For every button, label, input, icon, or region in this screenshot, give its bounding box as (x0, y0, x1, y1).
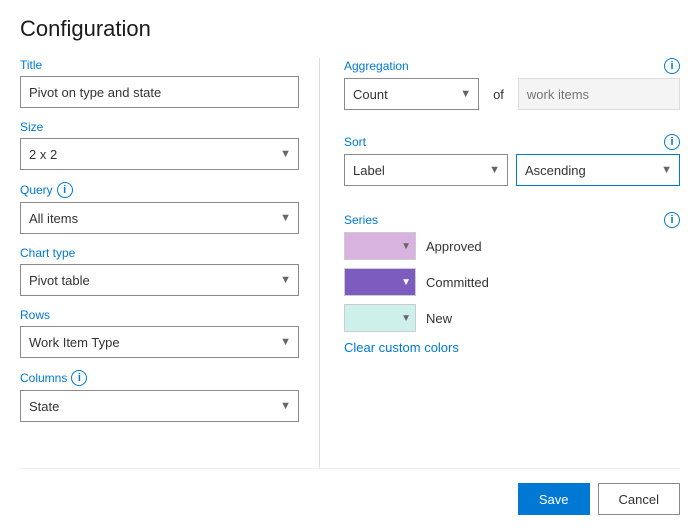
work-items-input (518, 78, 680, 110)
chart-type-select-wrapper: Pivot table Bar chart Pie chart ▼ (20, 264, 299, 296)
chart-type-label: Chart type (20, 246, 299, 260)
series-label: Series (344, 213, 378, 227)
series-item-committed: ▼ Committed (344, 268, 680, 296)
of-label: of (487, 78, 510, 110)
aggregation-select-wrapper: Count Sum Average ▼ (344, 78, 479, 110)
sort-by-select-wrapper: Label Count Value ▼ (344, 154, 508, 186)
sort-header-row: Sort i (344, 134, 680, 150)
size-field-group: Size 2 x 2 1 x 1 1 x 2 3 x 3 ▼ (20, 120, 299, 170)
columns-select-wrapper: State Work Item Type Assigned To ▼ (20, 390, 299, 422)
clear-colors-link[interactable]: Clear custom colors (344, 340, 459, 355)
query-info-icon[interactable]: i (57, 182, 73, 198)
size-select-wrapper: 2 x 2 1 x 1 1 x 2 3 x 3 ▼ (20, 138, 299, 170)
series-name-approved: Approved (426, 239, 482, 254)
series-approved-chevron-icon: ▼ (401, 241, 411, 252)
rows-select-wrapper: Work Item Type Assigned To State ▼ (20, 326, 299, 358)
sort-dir-group: Ascending Descending ▼ (516, 154, 680, 186)
series-info-icon[interactable]: i (664, 212, 680, 228)
aggregation-select[interactable]: Count Sum Average (344, 78, 479, 110)
work-items-group (518, 78, 680, 110)
series-committed-chevron-icon: ▼ (401, 277, 411, 288)
sort-label: Sort (344, 135, 366, 149)
aggregation-field-group: Aggregation i Count Sum Average ▼ (344, 58, 680, 122)
columns-info-icon[interactable]: i (71, 370, 87, 386)
sort-field-group: Sort i Label Count Value ▼ (344, 134, 680, 200)
rows-field-group: Rows Work Item Type Assigned To State ▼ (20, 308, 299, 358)
footer: Save Cancel (20, 468, 680, 531)
series-item-approved: ▼ Approved (344, 232, 680, 260)
aggregation-row: Count Sum Average ▼ of (344, 78, 680, 110)
series-item-new: ▼ New (344, 304, 680, 332)
query-label: Query i (20, 182, 299, 198)
aggregation-info-icon[interactable]: i (664, 58, 680, 74)
rows-select[interactable]: Work Item Type Assigned To State (20, 326, 299, 358)
sort-by-select[interactable]: Label Count Value (344, 154, 508, 186)
columns-label: Columns i (20, 370, 299, 386)
aggregation-group: Count Sum Average ▼ (344, 78, 479, 110)
sort-dir-select-wrapper: Ascending Descending ▼ (516, 154, 680, 186)
aggregation-label: Aggregation (344, 59, 409, 73)
query-field-group: Query i All items Assigned to me My team… (20, 182, 299, 234)
title-input[interactable] (20, 76, 299, 108)
main-layout: Title Size 2 x 2 1 x 1 1 x 2 3 x 3 ▼ (20, 58, 680, 468)
cancel-button[interactable]: Cancel (598, 483, 680, 515)
series-color-approved[interactable]: ▼ (344, 232, 416, 260)
page-title: Configuration (20, 16, 680, 42)
sort-dir-select[interactable]: Ascending Descending (516, 154, 680, 186)
series-name-new: New (426, 311, 452, 326)
series-new-chevron-icon: ▼ (401, 313, 411, 324)
size-select[interactable]: 2 x 2 1 x 1 1 x 2 3 x 3 (20, 138, 299, 170)
rows-label: Rows (20, 308, 299, 322)
sort-row: Label Count Value ▼ Ascending Descending (344, 154, 680, 186)
right-panel: Aggregation i Count Sum Average ▼ (320, 58, 680, 468)
series-name-committed: Committed (426, 275, 489, 290)
columns-field-group: Columns i State Work Item Type Assigned … (20, 370, 299, 422)
columns-select[interactable]: State Work Item Type Assigned To (20, 390, 299, 422)
chart-type-field-group: Chart type Pivot table Bar chart Pie cha… (20, 246, 299, 296)
sort-by-group: Label Count Value ▼ (344, 154, 508, 186)
query-select[interactable]: All items Assigned to me My team (20, 202, 299, 234)
chart-type-select[interactable]: Pivot table Bar chart Pie chart (20, 264, 299, 296)
left-panel: Title Size 2 x 2 1 x 1 1 x 2 3 x 3 ▼ (20, 58, 320, 468)
series-section: Series i ▼ Approved ▼ Committed (344, 212, 680, 355)
sort-info-icon[interactable]: i (664, 134, 680, 150)
aggregation-header-row: Aggregation i (344, 58, 680, 74)
series-color-committed[interactable]: ▼ (344, 268, 416, 296)
configuration-panel: Configuration Title Size 2 x 2 1 x 1 1 x… (0, 0, 700, 531)
title-label: Title (20, 58, 299, 72)
query-select-wrapper: All items Assigned to me My team ▼ (20, 202, 299, 234)
size-label: Size (20, 120, 299, 134)
title-field-group: Title (20, 58, 299, 108)
save-button[interactable]: Save (518, 483, 590, 515)
series-header-row: Series i (344, 212, 680, 228)
series-color-new[interactable]: ▼ (344, 304, 416, 332)
